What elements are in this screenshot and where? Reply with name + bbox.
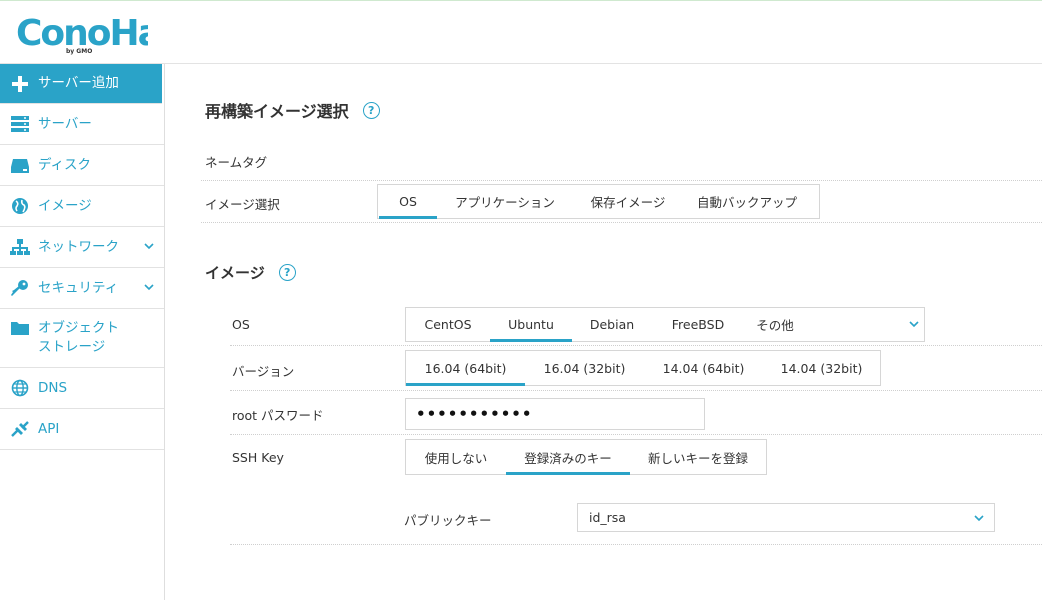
page-title: 再構築イメージ選択 ? [205, 98, 380, 122]
sidebar-item-label: ネットワーク [38, 238, 119, 255]
public-key-label: パブリックキー [404, 513, 492, 528]
sidebar-item-label: API [38, 420, 60, 437]
tab-version-1404-64[interactable]: 14.04 (64bit) [644, 351, 763, 385]
sidebar-item-dns[interactable]: DNS [0, 368, 164, 409]
sidebar-item-security[interactable]: セキュリティ [0, 268, 164, 309]
image-section-title: イメージ ? [205, 262, 296, 283]
chevron-down-icon [974, 515, 984, 522]
sidebar-item-label: DNS [38, 379, 68, 396]
chevron-down-icon [144, 243, 154, 250]
sidebar-item-label: イメージ [38, 197, 92, 214]
sidebar-item-image[interactable]: イメージ [0, 186, 164, 227]
tab-debian[interactable]: Debian [572, 308, 652, 341]
tab-ssh-new[interactable]: 新しいキーを登録 [630, 440, 766, 474]
divider [201, 180, 1042, 181]
tab-ssh-none[interactable]: 使用しない [406, 440, 506, 474]
app-header: ConoHa by GMO [0, 0, 1042, 64]
tab-ubuntu[interactable]: Ubuntu [490, 308, 572, 342]
sidebar-item-label: セキュリティ [38, 279, 119, 296]
os-tabs: CentOS Ubuntu Debian FreeBSD その他 [405, 307, 925, 342]
globe-icon [10, 379, 30, 397]
network-icon [10, 238, 30, 256]
tab-other[interactable]: その他 [744, 308, 806, 341]
sidebar-item-label: サーバー [38, 115, 92, 132]
sidebar-item-object-storage[interactable]: オブジェクト ストレージ [0, 309, 164, 368]
help-icon[interactable]: ? [278, 264, 296, 281]
name-tag-label: ネームタグ [205, 155, 268, 170]
globe-icon [10, 197, 30, 215]
tab-auto-backup[interactable]: 自動バックアップ [683, 185, 811, 218]
sidebar-item-api[interactable]: API [0, 409, 164, 450]
plus-icon [10, 75, 30, 93]
tab-version-1404-32[interactable]: 14.04 (32bit) [763, 351, 880, 385]
divider [230, 544, 1042, 545]
key-icon [10, 279, 30, 297]
tab-application[interactable]: アプリケーション [437, 185, 573, 218]
version-tabs: 16.04 (64bit) 16.04 (32bit) 14.04 (64bit… [405, 350, 881, 386]
public-key-select[interactable]: id_rsa [577, 503, 995, 532]
divider [201, 222, 1042, 223]
sidebar-item-server[interactable]: サーバー [0, 104, 164, 145]
tab-version-1604-64[interactable]: 16.04 (64bit) [406, 351, 525, 386]
sidebar-item-label: ディスク [38, 156, 92, 173]
divider [230, 434, 1042, 435]
server-icon [10, 115, 30, 133]
conoha-logo[interactable]: ConoHa by GMO [14, 7, 148, 59]
sidebar: サーバー追加 サーバー ディスク イメージ ネットワーク セキュリティ オブジェ… [0, 64, 165, 600]
root-password-input[interactable]: ••••••••••• [405, 398, 705, 430]
image-select-label: イメージ選択 [205, 197, 280, 212]
svg-text:by GMO: by GMO [66, 48, 92, 55]
sidebar-item-disk[interactable]: ディスク [0, 145, 164, 186]
main-content: 再構築イメージ選択 ? ネームタグ イメージ選択 OS アプリケーション 保存イ… [166, 64, 1042, 600]
image-type-tabs: OS アプリケーション 保存イメージ 自動バックアップ [377, 184, 820, 219]
api-icon [10, 420, 30, 438]
help-icon[interactable]: ? [362, 101, 380, 119]
disk-icon [10, 156, 30, 174]
version-label: バージョン [232, 364, 295, 379]
tab-freebsd[interactable]: FreeBSD [652, 308, 744, 341]
chevron-down-icon [144, 284, 154, 291]
root-password-label: root パスワード [232, 408, 324, 423]
folder-icon [10, 319, 30, 337]
sidebar-item-label: オブジェクト ストレージ [38, 320, 119, 355]
tab-version-1604-32[interactable]: 16.04 (32bit) [525, 351, 644, 385]
ssh-key-tabs: 使用しない 登録済みのキー 新しいキーを登録 [405, 439, 767, 475]
tab-saved-image[interactable]: 保存イメージ [573, 185, 683, 218]
os-label: OS [232, 317, 250, 332]
sidebar-item-add-server[interactable]: サーバー追加 [0, 64, 162, 104]
tab-centos[interactable]: CentOS [406, 308, 490, 341]
tab-ssh-registered[interactable]: 登録済みのキー [506, 440, 630, 475]
sidebar-item-network[interactable]: ネットワーク [0, 227, 164, 268]
divider [230, 345, 1042, 346]
tab-os[interactable]: OS [379, 185, 437, 219]
chevron-down-icon[interactable] [904, 308, 924, 341]
sidebar-item-label: サーバー追加 [38, 75, 119, 91]
ssh-key-label: SSH Key [232, 450, 284, 465]
divider [230, 390, 1042, 391]
